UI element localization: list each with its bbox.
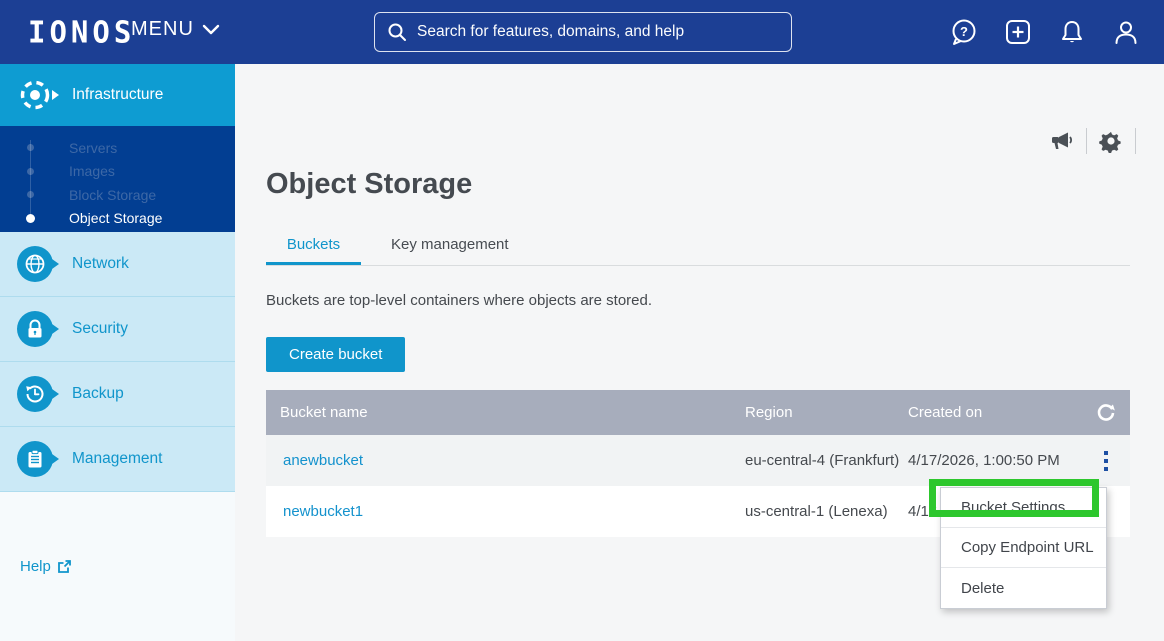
submenu-label: Images bbox=[69, 163, 115, 179]
menu-button[interactable]: MENU bbox=[131, 18, 220, 41]
external-link-icon bbox=[57, 559, 72, 574]
table-row: anewbucket eu-central-4 (Frankfurt) 4/17… bbox=[266, 435, 1130, 486]
tab-buckets[interactable]: Buckets bbox=[266, 228, 361, 265]
user-profile-icon[interactable] bbox=[1112, 18, 1140, 46]
global-search[interactable] bbox=[374, 12, 792, 52]
clipboard-icon bbox=[17, 441, 53, 477]
help-bubble-icon[interactable]: ? bbox=[950, 18, 978, 46]
sidebar-item-infrastructure[interactable]: Infrastructure bbox=[0, 64, 235, 126]
column-header-bucket-name[interactable]: Bucket name bbox=[266, 404, 733, 421]
sidebar-item-label: Management bbox=[72, 450, 162, 468]
bucket-context-menu: Bucket Settings Copy Endpoint URL Delete bbox=[940, 487, 1107, 609]
search-input[interactable] bbox=[417, 23, 777, 41]
region-cell: eu-central-4 (Frankfurt) bbox=[733, 452, 896, 469]
sidebar-item-management[interactable]: Management bbox=[0, 427, 235, 492]
sidebar-item-security[interactable]: Security bbox=[0, 297, 235, 362]
infrastructure-submenu: Servers Images Block Storage Object Stor… bbox=[0, 126, 235, 232]
datacenter-icon bbox=[17, 77, 53, 113]
bucket-link[interactable]: newbucket1 bbox=[283, 503, 363, 520]
column-header-region[interactable]: Region bbox=[733, 404, 896, 421]
bucket-link[interactable]: anewbucket bbox=[283, 452, 363, 469]
ionos-logo[interactable]: IONOS bbox=[28, 14, 135, 50]
backup-clock-icon bbox=[17, 376, 53, 412]
sidebar-item-block-storage[interactable]: Block Storage bbox=[0, 183, 235, 207]
submenu-label: Block Storage bbox=[69, 187, 156, 203]
sidebar: Infrastructure Servers Images Block Stor… bbox=[0, 64, 235, 641]
column-header-created-on[interactable]: Created on bbox=[896, 404, 1086, 421]
menu-button-label: MENU bbox=[131, 18, 194, 41]
help-link-label: Help bbox=[20, 558, 51, 575]
sidebar-item-backup[interactable]: Backup bbox=[0, 362, 235, 427]
table-header-row: Bucket name Region Created on bbox=[266, 390, 1130, 435]
chevron-down-icon bbox=[202, 24, 220, 36]
page-action-icons bbox=[1050, 128, 1148, 154]
top-navigation-bar: IONOS MENU ? bbox=[0, 0, 1164, 64]
page-description: Buckets are top-level containers where o… bbox=[266, 292, 652, 309]
sidebar-item-images[interactable]: Images bbox=[0, 160, 235, 184]
svg-text:?: ? bbox=[960, 24, 968, 39]
tab-bar: Buckets Key management bbox=[266, 228, 1130, 266]
kebab-menu-icon[interactable] bbox=[1086, 435, 1126, 486]
megaphone-icon[interactable] bbox=[1050, 131, 1074, 151]
tab-key-management[interactable]: Key management bbox=[381, 228, 519, 265]
add-square-icon[interactable] bbox=[1004, 18, 1032, 46]
notifications-bell-icon[interactable] bbox=[1058, 18, 1086, 46]
sidebar-item-label: Network bbox=[72, 255, 129, 273]
bullet-icon bbox=[26, 214, 35, 223]
sidebar-item-label: Infrastructure bbox=[72, 86, 163, 104]
sidebar-item-object-storage[interactable]: Object Storage bbox=[0, 207, 235, 231]
sidebar-footer: Help bbox=[0, 492, 235, 641]
topbar-icon-group: ? bbox=[950, 0, 1140, 64]
gear-icon[interactable] bbox=[1099, 129, 1123, 153]
sidebar-item-servers[interactable]: Servers bbox=[0, 136, 235, 160]
created-on-cell: 4/17/2026, 1:00:50 PM bbox=[896, 452, 1086, 469]
menu-item-copy-endpoint-url[interactable]: Copy Endpoint URL bbox=[941, 528, 1106, 568]
create-bucket-button[interactable]: Create bucket bbox=[266, 337, 405, 372]
icon-divider bbox=[1086, 128, 1087, 154]
ionos-console: IONOS MENU ? bbox=[0, 0, 1164, 641]
submenu-label: Servers bbox=[69, 140, 117, 156]
menu-item-bucket-settings[interactable]: Bucket Settings bbox=[941, 488, 1106, 528]
globe-icon bbox=[17, 246, 53, 282]
search-icon bbox=[387, 22, 407, 42]
lock-icon bbox=[17, 311, 53, 347]
icon-divider bbox=[1135, 128, 1136, 154]
submenu-label: Object Storage bbox=[69, 210, 162, 226]
region-cell: us-central-1 (Lenexa) bbox=[733, 503, 896, 520]
sidebar-sections: Network Security Backup Management bbox=[0, 232, 235, 492]
help-link[interactable]: Help bbox=[20, 558, 72, 575]
sidebar-item-network[interactable]: Network bbox=[0, 232, 235, 297]
page-title: Object Storage bbox=[266, 168, 472, 201]
sidebar-item-label: Backup bbox=[72, 385, 124, 403]
refresh-icon[interactable] bbox=[1086, 390, 1126, 435]
menu-item-delete[interactable]: Delete bbox=[941, 568, 1106, 608]
submenu-connector-line bbox=[30, 140, 31, 214]
sidebar-item-label: Security bbox=[72, 320, 128, 338]
